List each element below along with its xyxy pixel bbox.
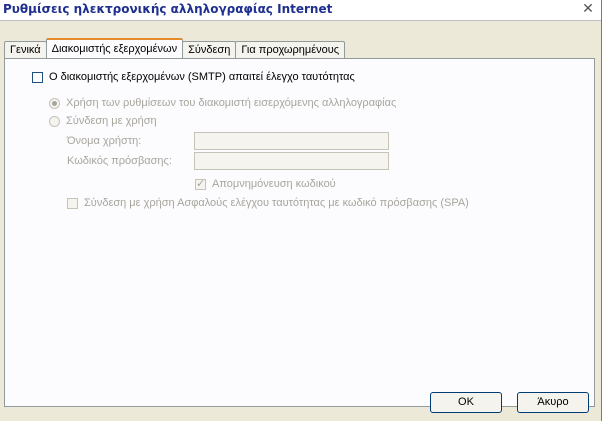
spa-checkbox[interactable] — [67, 197, 78, 209]
login-with-option[interactable]: Σύνδεση με χρήση — [49, 115, 157, 127]
tab-strip: Γενικά Διακομιστής εξερχομένων Σύνδεση Γ… — [4, 38, 346, 58]
remember-password-label: Απομνημόνευση κωδικού — [212, 178, 336, 190]
tab-panel: Ο διακομιστής εξερχομένων (SMTP) απαιτεί… — [4, 58, 595, 407]
remember-password-checkbox[interactable] — [195, 177, 206, 190]
username-field[interactable] — [194, 132, 389, 150]
tab-outgoing-server[interactable]: Διακομιστής εξερχομένων — [45, 38, 184, 58]
use-incoming-settings-radio[interactable] — [49, 97, 60, 109]
smtp-auth-checkbox[interactable] — [32, 71, 43, 83]
password-label: Κωδικός πρόσβασης: — [67, 155, 172, 167]
remember-password-option[interactable]: Απομνημόνευση κωδικού — [195, 177, 336, 190]
window-title: Ρυθμίσεις ηλεκτρονικής αλληλογραφίας Int… — [3, 2, 333, 16]
password-field[interactable] — [194, 152, 389, 170]
tab-connection[interactable]: Σύνδεση — [182, 41, 237, 58]
tab-general[interactable]: Γενικά — [4, 41, 47, 58]
cancel-button[interactable]: Άκυρο — [517, 392, 589, 413]
spa-option[interactable]: Σύνδεση με χρήση Ασφαλούς ελέγχου ταυτότ… — [67, 197, 469, 209]
smtp-auth-label: Ο διακομιστής εξερχομένων (SMTP) απαιτεί… — [49, 71, 355, 83]
close-icon[interactable]: ✕ — [580, 1, 596, 17]
tab-advanced[interactable]: Για προχωρημένους — [235, 41, 346, 58]
smtp-auth-option[interactable]: Ο διακομιστής εξερχομένων (SMTP) απαιτεί… — [32, 71, 355, 83]
login-with-radio[interactable] — [49, 115, 60, 127]
login-with-label: Σύνδεση με χρήση — [66, 115, 157, 127]
settings-dialog: Ρυθμίσεις ηλεκτρονικής αλληλογραφίας Int… — [0, 0, 602, 421]
use-incoming-settings-label: Χρήση των ρυθμίσεων του διακομιστή εισερ… — [66, 97, 397, 109]
use-incoming-settings-option[interactable]: Χρήση των ρυθμίσεων του διακομιστή εισερ… — [49, 97, 396, 109]
dialog-client-area: Γενικά Διακομιστής εξερχομένων Σύνδεση Γ… — [0, 20, 601, 421]
spa-label: Σύνδεση με χρήση Ασφαλούς ελέγχου ταυτότ… — [84, 197, 469, 209]
title-bar[interactable]: Ρυθμίσεις ηλεκτρονικής αλληλογραφίας Int… — [0, 0, 601, 20]
username-label: Όνομα χρήστη: — [67, 135, 142, 147]
ok-button[interactable]: OK — [430, 392, 502, 413]
